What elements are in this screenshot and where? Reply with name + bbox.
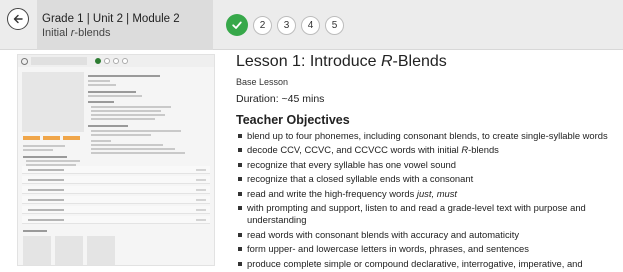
lesson-title: Lesson 1: Introduce R-Blends	[236, 53, 447, 70]
preview-text-line	[91, 140, 111, 142]
preview-text-line	[91, 106, 171, 108]
preview-text-line	[88, 84, 116, 86]
step-3[interactable]: 3	[277, 15, 296, 35]
objective-item: produce complete simple or compound decl…	[236, 258, 622, 272]
objectives-list: blend up to four phonemes, including con…	[236, 130, 622, 272]
preview-text-line	[88, 80, 110, 82]
preview-step-dot	[113, 58, 119, 64]
objective-item: form upper- and lowercase letters in wor…	[236, 243, 622, 256]
preview-text-line	[23, 156, 67, 158]
preview-text-line	[23, 145, 65, 147]
objective-item: read words with consonant blends with ac…	[236, 229, 622, 242]
preview-section-row	[22, 166, 210, 174]
preview-step-dot	[95, 58, 101, 64]
step-2[interactable]: 2	[253, 15, 272, 35]
preview-text-line	[91, 110, 161, 112]
preview-text-line	[91, 152, 185, 154]
preview-text-line	[91, 114, 165, 116]
objective-item: with prompting and support, listen to an…	[236, 202, 622, 227]
lesson-preview-thumbnail[interactable]	[17, 54, 215, 266]
objective-item: decode CCV, CCVC, and CCVCC words with i…	[236, 144, 622, 157]
preview-text-line	[91, 134, 151, 136]
preview-card	[23, 236, 51, 265]
step-5[interactable]: 5	[325, 15, 344, 35]
preview-image-placeholder	[22, 72, 84, 132]
lesson-duration: Duration: ~45 mins	[236, 93, 325, 105]
preview-step-dot	[122, 58, 128, 64]
objectives-heading: Teacher Objectives	[236, 113, 350, 127]
step-navigation: 2345	[226, 14, 344, 36]
checkmark-icon	[232, 21, 242, 29]
preview-section-row	[22, 186, 210, 194]
lesson-header: Grade 1 | Unit 2 | Module 2 Initial r-bl…	[0, 0, 623, 50]
preview-section-row	[22, 196, 210, 204]
objective-item: recognize that every syllable has one vo…	[236, 159, 622, 172]
preview-button	[43, 136, 60, 140]
preview-text-line	[88, 101, 114, 103]
preview-text-line	[91, 144, 163, 146]
module-title: Grade 1 | Unit 2 | Module 2	[42, 13, 180, 25]
preview-text-line	[88, 91, 136, 93]
lesson-type: Base Lesson	[236, 77, 289, 87]
preview-text-line	[23, 230, 47, 232]
preview-text-line	[91, 118, 155, 120]
preview-section-row	[22, 206, 210, 214]
preview-step-dot	[104, 58, 110, 64]
preview-card	[87, 236, 115, 265]
preview-text-line	[88, 95, 142, 97]
back-button[interactable]	[7, 8, 29, 30]
preview-text-line	[23, 149, 53, 151]
objective-item: read and write the high-frequency words …	[236, 188, 622, 201]
module-title-box: Grade 1 | Unit 2 | Module 2 Initial r-bl…	[37, 0, 213, 50]
preview-button	[23, 136, 40, 140]
preview-text-line	[91, 148, 175, 150]
preview-button	[63, 136, 80, 140]
preview-text-line	[91, 130, 181, 132]
preview-title	[31, 57, 87, 65]
preview-section-row	[22, 216, 210, 224]
arrow-left-icon	[13, 14, 23, 24]
step-4[interactable]: 4	[301, 15, 320, 35]
preview-text-line	[88, 75, 160, 77]
preview-card	[55, 236, 83, 265]
objective-item: blend up to four phonemes, including con…	[236, 130, 622, 143]
preview-section-row	[22, 176, 210, 184]
step-1-completed[interactable]	[226, 14, 248, 36]
preview-text-line	[88, 125, 128, 127]
preview-text-line	[26, 160, 80, 162]
preview-back-icon	[21, 58, 28, 65]
module-subtitle: Initial r-blends	[42, 27, 111, 39]
objective-item: recognize that a closed syllable ends wi…	[236, 173, 622, 186]
